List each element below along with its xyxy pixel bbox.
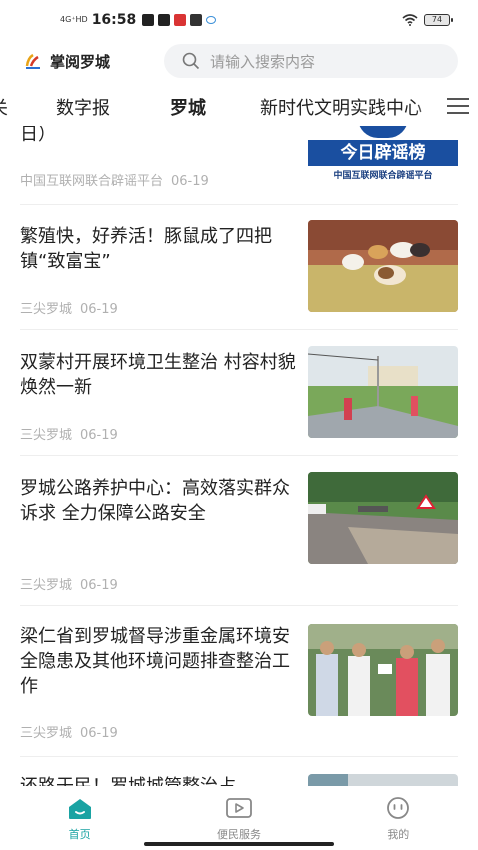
news-title: 还路于民！罗城城管整治占 [20,774,296,786]
logo-icon [25,53,40,69]
news-date: 06-19 [171,174,209,189]
news-meta: 三尖罗城 06-19 [20,574,126,593]
search-input[interactable]: 请输入搜索内容 [164,44,458,78]
news-meta: 三尖罗城 06-19 [20,722,126,741]
app-name: 掌阅罗城 [50,52,111,71]
divider [20,756,458,757]
home-icon [68,799,91,819]
list-item[interactable]: 罗城公路养护中心：高效落实群众诉求 全力保障公路安全 三尖罗城 06-19 [0,472,478,606]
list-item[interactable]: 日） 中国互联网联合辟谣平台 06-19 今日辟谣榜 中国互联网联合辟谣平台 [0,126,478,204]
divider [20,329,458,330]
news-thumbnail [308,774,458,786]
app-header: 掌阅罗城 请输入搜索内容 [0,42,478,80]
news-meta: 中国互联网联合辟谣平台 06-19 [20,170,217,189]
tab-partial[interactable]: 关 [0,94,8,120]
search-placeholder: 请输入搜索内容 [210,52,316,71]
notification-cloud-icon [206,16,217,24]
search-icon [182,52,200,70]
list-item[interactable]: 梁仁省到罗城督导涉重金属环境安全隐患及其他环境问题排查整治工作 三尖罗城 06-1… [0,624,478,758]
news-source: 三尖罗城 [20,578,73,593]
news-title: 双蒙村开展环境卫生整治 村容村貌焕然一新 [20,352,296,398]
news-date: 06-19 [80,578,118,593]
network-indicator: 4G⁺HD [60,15,88,24]
nav-profile[interactable]: 我的 [319,786,478,850]
news-source: 三尖罗城 [20,726,73,741]
nav-home-label: 首页 [68,828,91,841]
news-date: 06-19 [80,428,118,443]
list-item[interactable]: 繁殖快，好养活！豚鼠成了四把镇“致富宝” 三尖罗城 06-19 [0,220,478,330]
list-item[interactable]: 还路于民！罗城城管整治占 [0,772,478,786]
tab-digital-paper[interactable]: 数字报 [56,94,110,120]
notification-tiktok-icon [158,14,171,26]
list-item[interactable]: 双蒙村开展环境卫生整治 村容村貌焕然一新 三尖罗城 06-19 [0,346,478,456]
nav-services-label: 便民服务 [216,828,261,841]
news-title: 繁殖快，好养活！豚鼠成了四把镇“致富宝” [20,226,272,272]
news-source: 中国互联网联合辟谣平台 [20,174,164,189]
profile-icon [387,797,410,819]
nav-services[interactable]: 便民服务 [159,786,318,850]
news-title: 梁仁省到罗城督导涉重金属环境安全隐患及其他环境问题排查整治工作 [20,626,290,697]
news-meta: 三尖罗城 06-19 [20,424,126,443]
news-source: 三尖罗城 [20,302,73,317]
tab-luocheng[interactable]: 罗城 [170,94,206,120]
notification-reader-icon [190,14,203,26]
news-date: 06-19 [80,726,118,741]
divider [20,455,458,456]
play-icon [226,798,252,818]
home-indicator[interactable] [144,842,334,846]
news-thumbnail: 今日辟谣榜 中国互联网联合辟谣平台 [308,126,458,188]
notification-tv-icon [174,14,187,26]
status-bar: 4G⁺HD 16:58 74 [0,0,478,40]
news-thumbnail [308,346,458,438]
bottom-navigation: 首页 便民服务 我的 [0,786,478,850]
channel-tabs: 关 数字报 罗城 新时代文明实践中心 [0,86,478,126]
notification-app-icon [142,14,155,26]
news-source: 三尖罗城 [20,428,73,443]
news-title: 罗城公路养护中心：高效落实群众诉求 全力保障公路安全 [20,478,290,524]
menu-icon[interactable] [438,86,478,126]
tab-civilization-practice[interactable]: 新时代文明实践中心 [260,94,422,120]
divider [20,204,458,205]
app-logo[interactable]: 掌阅罗城 [24,51,164,72]
wifi-icon [402,14,418,26]
divider [20,605,458,606]
nav-home[interactable]: 首页 [0,786,159,850]
nav-profile-label: 我的 [387,828,410,841]
news-thumbnail [308,472,458,564]
news-meta: 三尖罗城 06-19 [20,298,126,317]
rumor-banner-text: 今日辟谣榜 [308,140,458,166]
news-thumbnail [308,220,458,312]
news-thumbnail [308,624,458,716]
news-feed: 日） 中国互联网联合辟谣平台 06-19 今日辟谣榜 中国互联网联合辟谣平台 繁殖… [0,126,478,786]
news-title: 日） [20,126,56,145]
clock: 16:58 [91,12,137,28]
battery-icon: 74 [424,14,453,26]
news-date: 06-19 [80,302,118,317]
rumor-banner-sub: 中国互联网联合辟谣平台 [333,171,433,181]
